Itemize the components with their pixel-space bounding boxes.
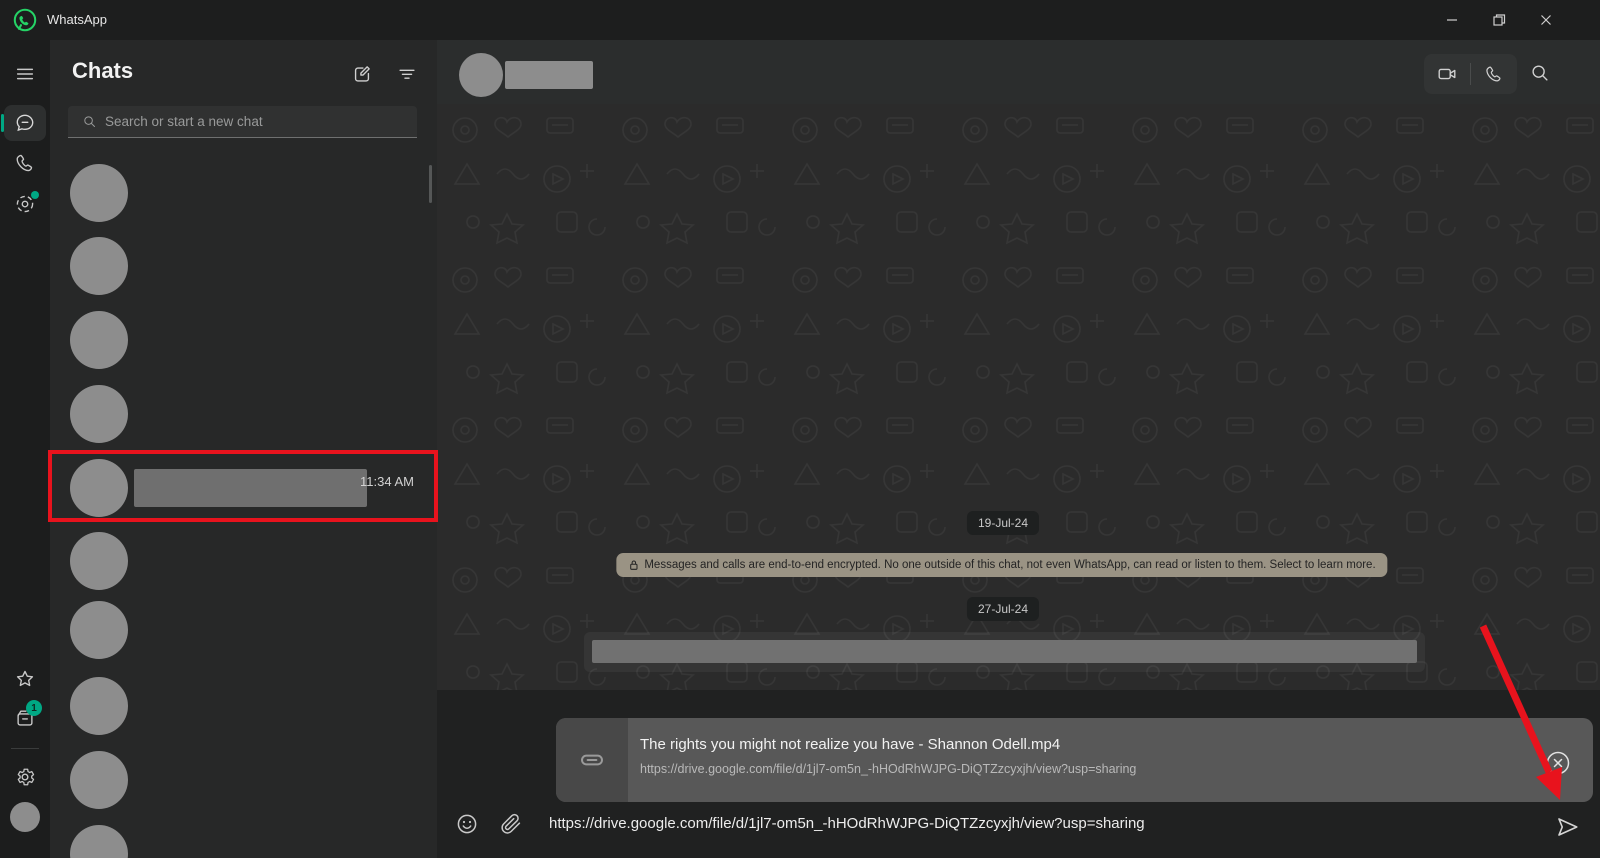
- profile-avatar: [10, 802, 40, 832]
- search-box: [68, 106, 417, 138]
- maximize-button[interactable]: [1476, 0, 1522, 40]
- filter-chats-button[interactable]: [395, 62, 419, 86]
- minimize-button[interactable]: [1429, 0, 1475, 40]
- whatsapp-logo-icon: [12, 7, 38, 33]
- chat-list-item[interactable]: [50, 304, 437, 377]
- chat-avatar: [70, 532, 128, 590]
- search-icon: [82, 114, 97, 129]
- nav-chats-active-indicator: [1, 114, 4, 132]
- chat-list-item[interactable]: [50, 157, 437, 230]
- close-button[interactable]: [1523, 0, 1569, 40]
- message-input[interactable]: [549, 808, 1499, 838]
- chat-list-item[interactable]: [50, 594, 437, 667]
- search-in-chat-button[interactable]: [1529, 62, 1553, 86]
- chats-icon: [16, 114, 34, 132]
- compose-area: The rights you might not realize you hav…: [437, 690, 1600, 858]
- menu-button[interactable]: [0, 54, 50, 94]
- chat-header[interactable]: [437, 40, 1600, 104]
- app-title: WhatsApp: [47, 12, 107, 27]
- chat-list-item[interactable]: [50, 378, 437, 451]
- archived-badge: 1: [26, 700, 42, 716]
- chat-avatar: [70, 601, 128, 659]
- link-preview-url: https://drive.google.com/file/d/1jl7-om5…: [640, 762, 1137, 776]
- link-preview-card: The rights you might not realize you hav…: [556, 718, 1593, 802]
- encryption-notice-text: Messages and calls are end-to-end encryp…: [644, 559, 1376, 571]
- chat-avatar: [70, 677, 128, 735]
- video-call-button[interactable]: [1424, 54, 1470, 94]
- lock-icon: [628, 559, 639, 571]
- message-area: 19-Jul-24 Messages and calls are end-to-…: [437, 104, 1600, 690]
- conversation-pane: 19-Jul-24 Messages and calls are end-to-…: [437, 40, 1600, 858]
- chat-list-item[interactable]: [50, 818, 437, 858]
- emoji-icon: [457, 814, 477, 834]
- new-chat-icon: [354, 66, 370, 82]
- star-icon: [16, 670, 34, 687]
- minimize-icon: [1447, 19, 1457, 21]
- chats-panel: Chats 11:34 AM: [50, 40, 437, 858]
- message-content-redacted: [592, 640, 1417, 663]
- contact-name-redacted: [505, 61, 593, 89]
- chat-avatar: [70, 164, 128, 222]
- panel-title: Chats: [72, 58, 134, 83]
- voice-call-icon: [1486, 66, 1501, 82]
- chat-list-item-highlighted[interactable]: 11:34 AM: [50, 452, 437, 525]
- encryption-notice[interactable]: Messages and calls are end-to-end encryp…: [616, 553, 1388, 577]
- nav-profile[interactable]: [0, 800, 50, 834]
- link-icon: [581, 754, 603, 766]
- voice-call-button[interactable]: [1471, 54, 1517, 94]
- nav-rail: 1: [0, 40, 50, 858]
- calls-icon: [16, 154, 33, 172]
- chat-avatar: [70, 237, 128, 295]
- status-new-dot: [31, 191, 39, 199]
- paperclip-icon: [501, 813, 521, 834]
- search-input[interactable]: [105, 114, 395, 129]
- chat-avatar: [70, 825, 128, 858]
- nav-settings[interactable]: [0, 757, 50, 797]
- chat-avatar: [70, 311, 128, 369]
- send-button[interactable]: [1554, 814, 1580, 840]
- close-icon: [1541, 15, 1551, 25]
- filter-icon: [399, 69, 415, 79]
- chat-list-item[interactable]: [50, 230, 437, 303]
- nav-archived[interactable]: 1: [0, 698, 50, 738]
- contact-avatar: [459, 53, 503, 97]
- link-preview-close-button[interactable]: [1545, 750, 1571, 776]
- video-call-icon: [1438, 68, 1456, 80]
- attach-button[interactable]: [499, 812, 523, 836]
- menu-icon: [16, 68, 34, 80]
- chat-timestamp: 11:34 AM: [360, 474, 414, 489]
- link-preview-thumbnail: [556, 718, 628, 802]
- emoji-button[interactable]: [455, 812, 479, 836]
- whatsapp-window: WhatsApp 1 Chats Search or start a new c…: [0, 0, 1600, 858]
- date-chip: 27-Jul-24: [966, 597, 1040, 621]
- rail-divider: [11, 748, 39, 749]
- chat-name-redacted: [134, 469, 367, 507]
- titlebar: WhatsApp: [0, 0, 1600, 40]
- search-in-chat-icon: [1532, 65, 1548, 81]
- chat-list-item[interactable]: [50, 525, 437, 598]
- new-chat-button[interactable]: [350, 62, 374, 86]
- chat-avatar: [70, 751, 128, 809]
- chat-list-item[interactable]: [50, 744, 437, 817]
- close-circle-icon: [1546, 751, 1570, 775]
- nav-starred[interactable]: [0, 659, 50, 699]
- nav-calls[interactable]: [0, 143, 50, 183]
- message-bubble-redacted[interactable]: [584, 632, 1425, 672]
- chat-avatar: [70, 459, 128, 517]
- restore-icon: [1493, 14, 1506, 26]
- nav-chats[interactable]: [0, 103, 50, 143]
- chat-avatar: [70, 385, 128, 443]
- send-icon: [1558, 818, 1578, 836]
- chat-list-item[interactable]: [50, 670, 437, 743]
- date-chip: 19-Jul-24: [966, 511, 1040, 535]
- nav-status[interactable]: [0, 184, 50, 224]
- link-preview-title: The rights you might not realize you hav…: [640, 736, 1061, 753]
- call-button-group: [1424, 54, 1517, 94]
- gear-icon: [17, 768, 35, 786]
